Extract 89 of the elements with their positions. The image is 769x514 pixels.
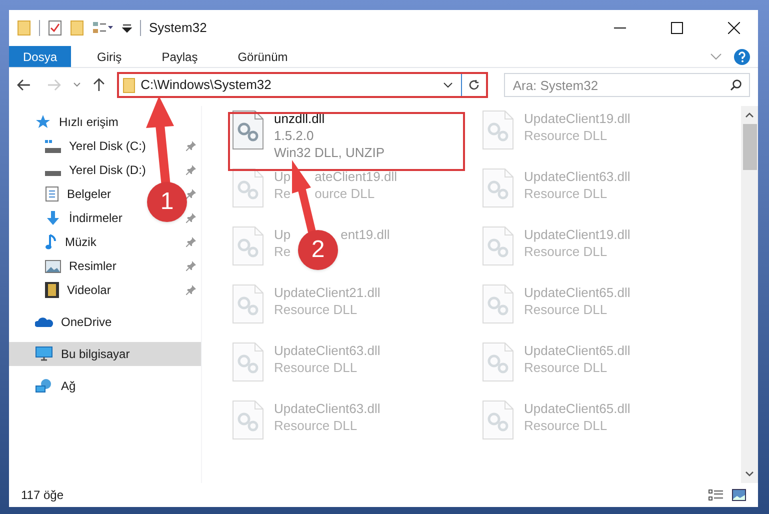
sidebar-item[interactable]: Yerel Disk (D:) [45,158,150,182]
address-field[interactable]: C:\Windows\System32 [116,72,488,98]
file-name: UpdateClient21.dll [274,284,380,302]
file-detail: 1.5.2.0 [274,126,314,145]
file-name: UpdateClient19.dll [524,226,630,244]
sidebar-item[interactable]: Bu bilgisayar [9,342,201,366]
cloud-icon [35,316,53,328]
properties-icon[interactable] [48,20,62,36]
file-detail: ource DLL [314,184,375,203]
file-detail: Win32 DLL, UNZIP [274,144,385,162]
maximize-icon[interactable] [671,22,683,34]
scrollbar[interactable] [741,106,758,483]
file-name: Up [274,168,291,186]
file-name: UpdateClient63.dll [274,400,380,418]
sidebar-item[interactable]: Ağ [9,374,82,398]
file-name: UpdateClient65.dll [524,400,630,418]
ribbon-tab[interactable]: Görünüm [224,46,302,67]
pin-icon[interactable] [186,213,196,223]
dll-file-icon[interactable] [232,110,264,150]
file-name: UpdateClient63.dll [524,168,630,186]
file-detail: Resource DLL [524,126,608,145]
scrollbar-thumb[interactable] [742,124,756,170]
download-icon [45,210,61,226]
search-field[interactable]: Ara: System32 [504,73,750,97]
sidebar-item[interactable]: OneDrive [9,310,118,334]
file-detail: Resource DLL [274,416,358,435]
sidebar-item[interactable]: Resimler [45,254,120,278]
pin-icon[interactable] [186,165,196,175]
file-name: ateClient19.dll [314,168,398,186]
file-name: UpdateClient63.dll [274,342,380,360]
file-name: UpdateClient65.dll [524,342,630,360]
drive-icon [45,170,61,176]
file-detail: Resource DLL [524,416,608,435]
document-icon [45,186,59,202]
dropdown-icon[interactable] [122,23,132,33]
dropdown-icon[interactable] [442,82,453,88]
expand-ribbon-icon[interactable] [710,52,722,60]
file-detail: Resource DLL [524,184,608,203]
pin-icon[interactable] [186,141,196,151]
recent-locations-icon[interactable] [72,82,81,88]
sidebar-item[interactable]: Videolar [45,278,115,302]
up-icon[interactable] [92,78,105,92]
pin-icon[interactable] [186,237,196,247]
film-icon [45,282,59,298]
file-detail: Resource DLL [274,358,358,377]
folder-icon [122,78,135,92]
close-icon[interactable] [728,22,740,34]
help-icon[interactable] [734,48,750,64]
pin-icon[interactable] [186,285,196,295]
monitor-icon [35,346,53,362]
sidebar-item[interactable]: Hızlı erişim [9,110,124,134]
large-icons-view-icon[interactable] [732,489,746,501]
file-detail: Resource DLL [524,358,608,377]
view-options-icon[interactable] [92,21,114,35]
file-name: Up [274,226,291,244]
scroll-down-icon[interactable] [745,471,754,477]
pin-icon[interactable] [186,261,196,271]
file-detail: Re [274,242,291,261]
new-folder-icon[interactable] [70,20,84,36]
music-note-icon [45,234,57,250]
details-view-icon[interactable] [708,489,724,501]
back-icon[interactable] [17,79,31,91]
file-detail: Re [274,184,291,203]
ribbon-tab[interactable]: Paylaş [148,46,212,67]
file-detail: Resource DLL [524,300,608,319]
star-icon [35,114,51,130]
file-name: ent19.dll [340,226,390,244]
file-detail: Resource DLL [274,300,358,319]
sidebar-item[interactable]: Belgeler [45,182,116,206]
sidebar-item[interactable]: İndirmeler [45,206,126,230]
file-detail: Resource DLL [524,242,608,261]
ribbon-tab[interactable]: Giriş [83,46,136,67]
sidebar-item[interactable]: Müzik [45,230,100,254]
item-count: 117 öğe [21,487,64,504]
window-title: System32 [149,19,207,38]
file-name: UpdateClient19.dll [524,110,630,128]
pin-icon[interactable] [186,189,196,199]
scroll-up-icon[interactable] [745,112,754,118]
forward-icon[interactable] [46,79,61,91]
search-icon [730,79,742,91]
folder-icon[interactable] [17,20,31,36]
refresh-icon[interactable] [468,79,480,91]
network-icon [35,378,53,394]
file-name: UpdateClient65.dll [524,284,630,302]
file-name: unzdll.dll [274,110,325,128]
sidebar-item[interactable]: Yerel Disk (C:) [45,134,150,158]
image-icon [45,260,61,272]
drive-icon [45,140,61,152]
ribbon-tab[interactable]: Dosya [9,46,72,67]
